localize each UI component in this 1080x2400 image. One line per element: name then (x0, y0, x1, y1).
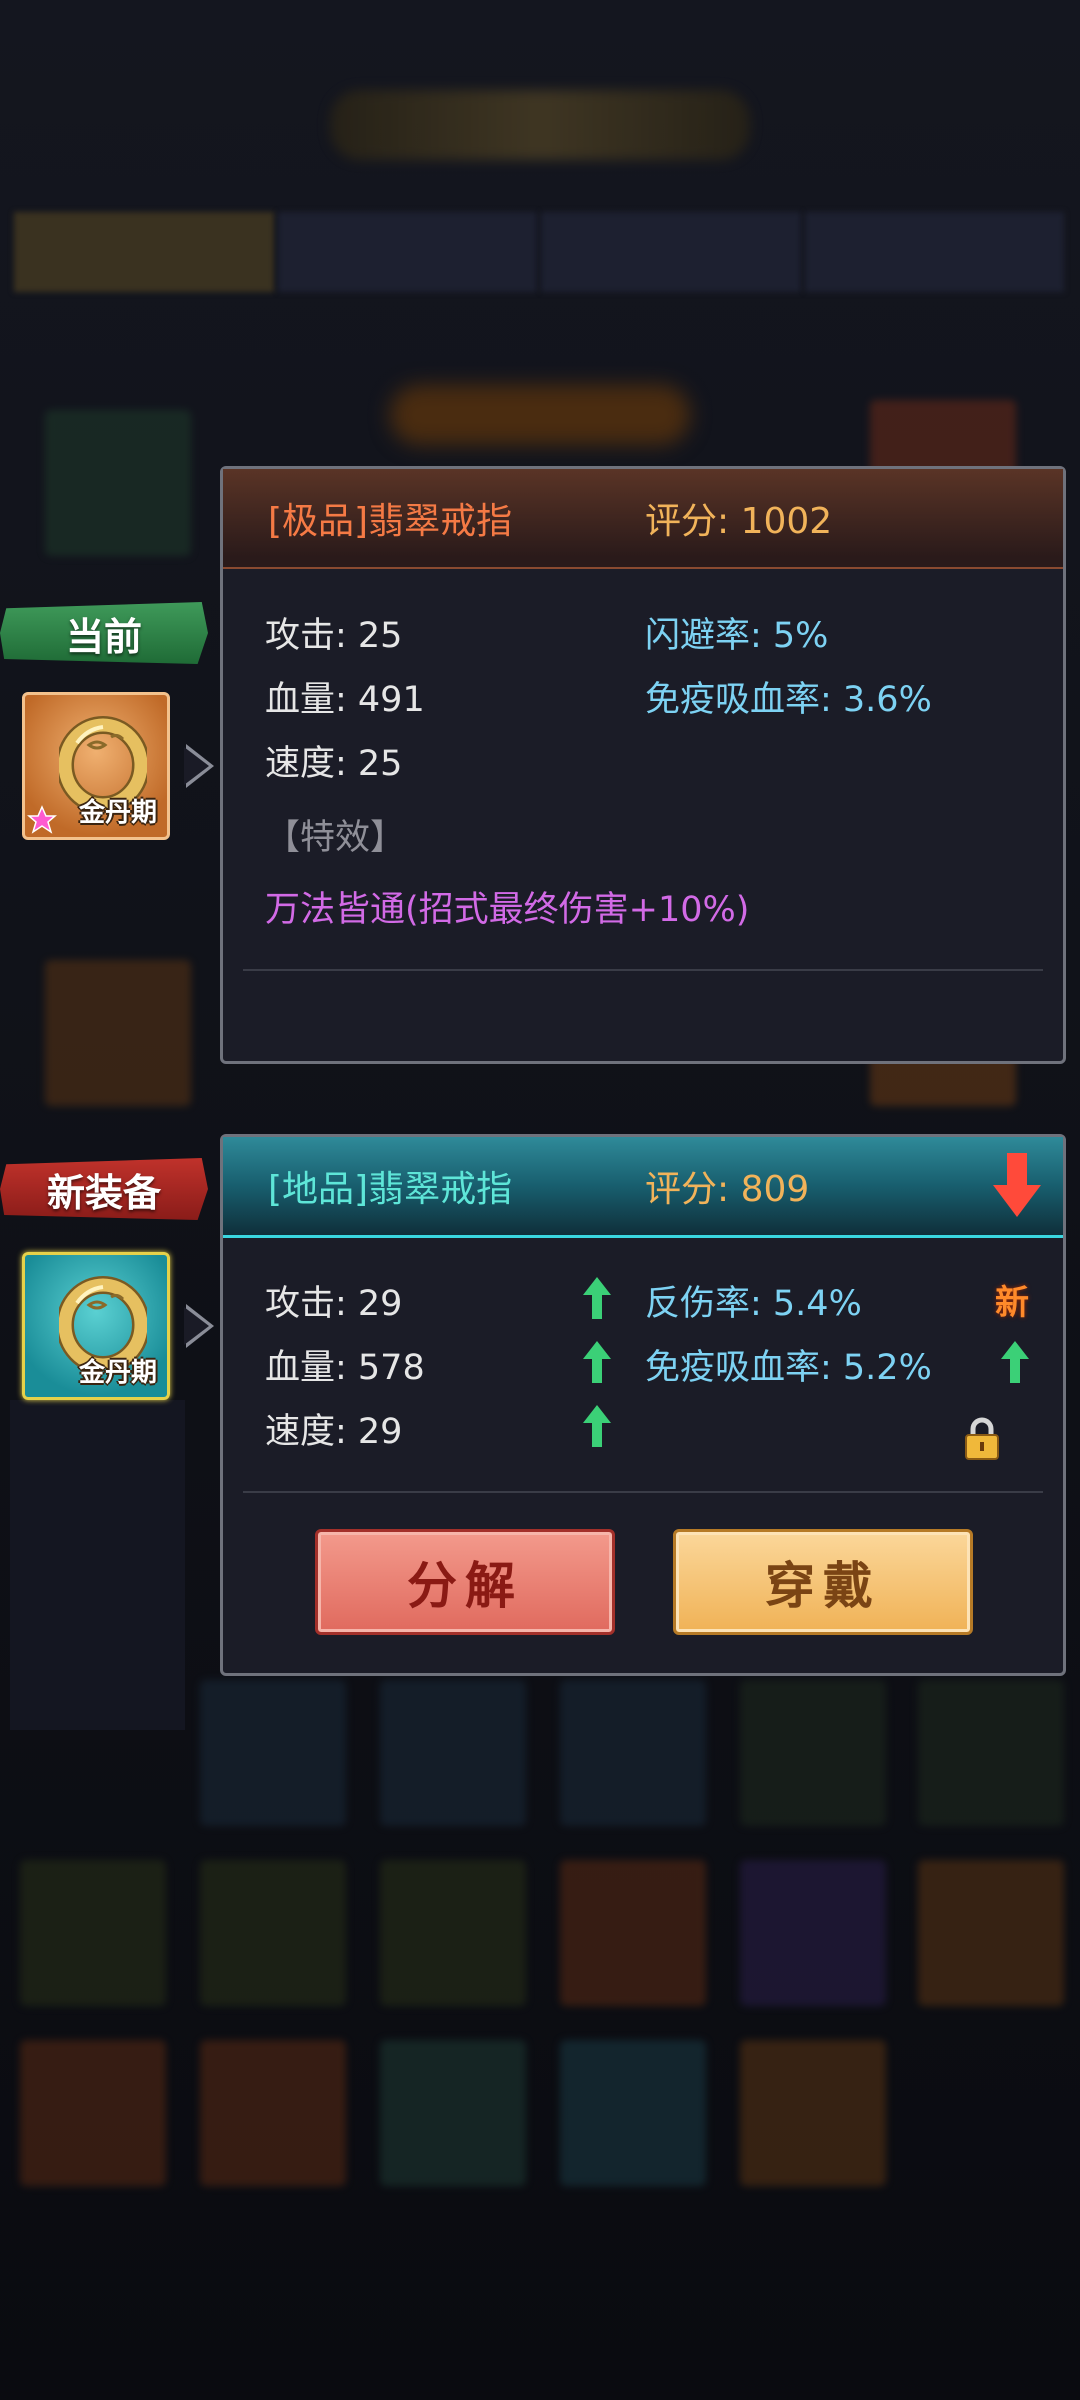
bg-item-slot (45, 410, 191, 556)
item-score: 评分: 809 (645, 1169, 810, 1210)
stat-reflect: 反伤率: 5.4% (645, 1284, 862, 1324)
bg-item-slot (200, 1680, 346, 1826)
current-item-icon[interactable]: 金丹期 (22, 692, 170, 840)
bg-item-slot (740, 2040, 886, 2186)
bg-item-slot (200, 2040, 346, 2186)
bg-banner (390, 385, 690, 445)
new-item-icon[interactable]: 金丹期 (22, 1252, 170, 1400)
bg-tab (277, 212, 537, 292)
bg-tab (14, 212, 274, 292)
panel-header: [极品]翡翠戒指 评分: 1002 (223, 469, 1063, 569)
bg-item-slot (560, 2040, 706, 2186)
stat-attack: 攻击: 29 (265, 1284, 403, 1324)
divider (243, 969, 1043, 971)
new-pointer-icon (184, 1304, 214, 1348)
up-arrow-icon (583, 1277, 611, 1319)
bg-item-slot (45, 960, 191, 1106)
item-score: 评分: 1002 (645, 501, 833, 542)
stat-lifesteal-immunity: 免疫吸血率: 3.6% (645, 680, 932, 720)
item-name: [地品]翡翠戒指 (268, 1169, 513, 1210)
current-pointer-icon (184, 744, 214, 788)
bg-tab-bar (14, 212, 1064, 292)
bg-item-slot (560, 1680, 706, 1826)
new-equipment-label: 新装备 (0, 1158, 208, 1220)
stat-lifesteal-immunity: 免疫吸血率: 5.2% (645, 1348, 932, 1388)
item-realm-label: 金丹期 (78, 1358, 157, 1388)
current-label: 当前 (0, 602, 208, 664)
stat-hp: 血量: 578 (265, 1348, 425, 1388)
bg-tab (541, 212, 801, 292)
bg-item-slot (740, 1680, 886, 1826)
new-stat-badge: 新 (995, 1283, 1029, 1323)
bg-item-slot (200, 1860, 346, 2006)
panel-header: [地品]翡翠戒指 评分: 809 (223, 1137, 1063, 1238)
bg-item-slot (380, 1680, 526, 1826)
current-item-panel: [极品]翡翠戒指 评分: 1002 攻击: 25 血量: 491 速度: 25 … (220, 466, 1066, 1064)
bg-item-slot (918, 1860, 1064, 2006)
bg-item-slot (560, 1860, 706, 2006)
divider (243, 1491, 1043, 1493)
equip-button[interactable]: 穿戴 (673, 1529, 973, 1635)
star-icon (27, 805, 57, 834)
item-realm-label: 金丹期 (78, 798, 157, 828)
bg-title-bar (330, 90, 750, 160)
stat-hp: 血量: 491 (265, 680, 425, 720)
stat-speed: 速度: 25 (265, 744, 403, 784)
up-arrow-icon (583, 1341, 611, 1383)
bg-item-slot (380, 1860, 526, 2006)
bg-item-slot (918, 1680, 1064, 1826)
bg-left-column (10, 1400, 185, 1730)
lock-icon[interactable] (963, 1417, 1001, 1461)
stat-attack: 攻击: 25 (265, 616, 403, 656)
bg-item-slot (20, 2040, 166, 2186)
bg-tab (804, 212, 1064, 292)
down-arrow-icon (993, 1153, 1041, 1217)
effect-title: 【特效】 (265, 818, 406, 858)
item-name: [极品]翡翠戒指 (268, 501, 513, 542)
decompose-button[interactable]: 分解 (315, 1529, 615, 1635)
stat-dodge: 闪避率: 5% (645, 616, 829, 656)
bg-item-slot (380, 2040, 526, 2186)
up-arrow-icon (1001, 1341, 1029, 1383)
up-arrow-icon (583, 1405, 611, 1447)
effect-text: 万法皆通(招式最终伤害+10%) (265, 890, 750, 930)
bg-item-slot (20, 1860, 166, 2006)
stat-speed: 速度: 29 (265, 1412, 403, 1452)
bg-item-slot (740, 1860, 886, 2006)
new-item-panel: [地品]翡翠戒指 评分: 809 攻击: 29 血量: 578 速度: 29 反… (220, 1134, 1066, 1676)
